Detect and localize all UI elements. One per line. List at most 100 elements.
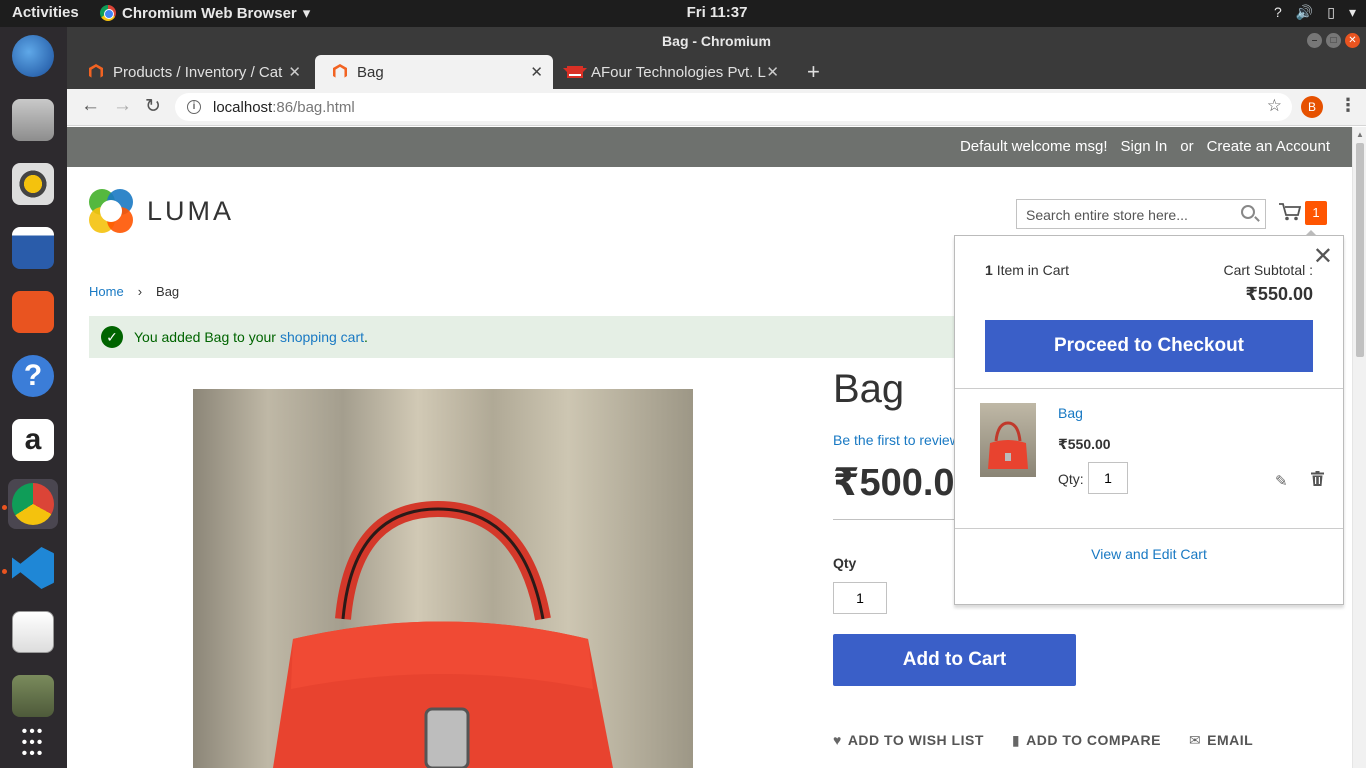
trash-icon[interactable]: [1311, 471, 1324, 486]
profile-avatar[interactable]: B: [1301, 96, 1323, 118]
dock-vscode[interactable]: [8, 543, 58, 593]
items-total: 1 Item in Cart: [985, 262, 1069, 278]
window-title: Bag - Chromium: [662, 33, 771, 49]
compare-chart-icon: ▮: [1011, 732, 1021, 748]
email-link[interactable]: ✉ EMAIL: [1189, 732, 1253, 749]
back-icon[interactable]: ←: [81, 95, 100, 117]
tab-afour[interactable]: AFour Technologies Pvt. L ✕: [549, 55, 789, 89]
heart-icon: ♥: [833, 732, 842, 748]
clock[interactable]: Fri 11:37: [0, 4, 1366, 21]
email-label: EMAIL: [1207, 732, 1254, 748]
photos-icon: [12, 675, 54, 717]
address-bar[interactable]: i localhost :86/bag.html ☆: [175, 93, 1292, 121]
thunderbird-icon: [12, 35, 54, 77]
tab-close-icon[interactable]: ✕: [288, 63, 301, 81]
qty-input[interactable]: 1: [833, 582, 887, 614]
volume-icon[interactable]: 🔊: [1296, 4, 1313, 21]
dock-text-editor[interactable]: [8, 607, 58, 657]
help-icon[interactable]: ?: [1274, 4, 1282, 21]
scrollbar-thumb[interactable]: [1356, 143, 1364, 357]
system-menu-chevron-icon[interactable]: ▾: [1349, 4, 1356, 21]
breadcrumb: Home › Bag: [89, 284, 179, 299]
dock-thunderbird[interactable]: [8, 31, 58, 81]
add-to-cart-button[interactable]: Add to Cart: [833, 634, 1076, 686]
window-title-bar: Bag - Chromium – □ ✕: [67, 27, 1366, 55]
dock-photos[interactable]: [8, 671, 58, 721]
scroll-up-icon[interactable]: ▲: [1356, 130, 1364, 139]
site-info-icon[interactable]: i: [187, 100, 201, 114]
proceed-to-checkout-button[interactable]: Proceed to Checkout: [985, 320, 1313, 372]
minicart-dropdown: ✕ 1 Item in Cart Cart Subtotal : ₹550.00…: [954, 230, 1344, 605]
gmail-icon: [563, 66, 587, 78]
add-to-compare-link[interactable]: ▮ ADD TO COMPARE: [1012, 732, 1161, 749]
search-icon[interactable]: [1241, 205, 1255, 219]
dock-files[interactable]: [8, 95, 58, 145]
tab-strip: Products / Inventory / Cat ✕ Bag ✕ AFour…: [67, 55, 1366, 89]
breadcrumb-separator: ›: [137, 284, 143, 299]
add-to-wishlist-link[interactable]: ♥ ADD TO WISH LIST: [833, 732, 984, 749]
logo-text: LUMA: [147, 195, 235, 226]
minimize-icon[interactable]: –: [1307, 33, 1322, 48]
product-image[interactable]: [193, 389, 693, 768]
sign-in-link[interactable]: Sign In: [1121, 138, 1168, 155]
subtotal-amount: ₹550.00: [1245, 284, 1313, 304]
shopping-cart-link[interactable]: shopping cart: [280, 329, 364, 345]
show-applications-button[interactable]: ••• ••• •••: [8, 717, 58, 767]
product-social-links: ♥ ADD TO WISH LIST ▮ ADD TO COMPARE ✉ EMAIL: [833, 732, 1253, 749]
or-text: or: [1180, 138, 1194, 155]
message-text: You added Bag to your: [134, 329, 276, 345]
reload-icon[interactable]: ↻: [145, 95, 161, 118]
item-qty-input[interactable]: 1: [1088, 462, 1128, 494]
dock-help[interactable]: ?: [8, 351, 58, 401]
tab-close-icon[interactable]: ✕: [766, 63, 779, 81]
software-icon: [12, 291, 54, 333]
tab-bag[interactable]: Bag ✕: [315, 55, 553, 89]
divider: [955, 388, 1343, 389]
tab-close-icon[interactable]: ✕: [530, 63, 543, 81]
system-tray[interactable]: ? 🔊 ▯ ▾: [1274, 4, 1356, 21]
cart-icon[interactable]: [1279, 203, 1301, 221]
maximize-icon[interactable]: □: [1326, 33, 1341, 48]
help-icon: ?: [12, 355, 54, 397]
dock-amazon[interactable]: a: [8, 415, 58, 465]
compare-label: ADD TO COMPARE: [1026, 732, 1161, 748]
success-message: ✓ You added Bag to your shopping cart .: [89, 316, 1089, 358]
dock-software[interactable]: [8, 287, 58, 337]
cart-counter-badge[interactable]: 1: [1305, 201, 1327, 225]
forward-icon[interactable]: →: [113, 95, 132, 117]
tab-products[interactable]: Products / Inventory / Cat ✕: [71, 55, 311, 89]
magento-icon: [89, 64, 103, 80]
dock-rhythmbox[interactable]: [8, 159, 58, 209]
tab-title: Bag: [357, 63, 384, 81]
breadcrumb-home[interactable]: Home: [89, 284, 124, 299]
item-price: ₹550.00: [1058, 436, 1111, 452]
qty-label: Qty: [833, 555, 857, 571]
subtotal-label: Cart Subtotal :: [1223, 262, 1314, 278]
bookmark-star-icon[interactable]: ☆: [1267, 96, 1282, 116]
page-scrollbar[interactable]: ▲: [1352, 127, 1366, 768]
search-placeholder: Search entire store here...: [1026, 207, 1188, 223]
view-and-edit-cart-link[interactable]: View and Edit Cart: [955, 546, 1343, 562]
rhythmbox-icon: [12, 163, 54, 205]
divider: [955, 528, 1343, 529]
menu-kebab-icon[interactable]: ⋮: [1339, 95, 1357, 116]
minicart-close-icon[interactable]: ✕: [1313, 242, 1333, 271]
close-window-icon[interactable]: ✕: [1345, 33, 1360, 48]
bag-photo: [273, 500, 613, 768]
dock-chromium[interactable]: [8, 479, 58, 529]
create-account-link[interactable]: Create an Account: [1207, 138, 1330, 155]
luma-logo-icon: [89, 189, 133, 233]
store-header-panel: Default welcome msg! Sign In or Create a…: [67, 127, 1352, 167]
luma-logo[interactable]: LUMA: [89, 189, 234, 233]
dock-writer[interactable]: [8, 223, 58, 273]
search-input[interactable]: Search entire store here...: [1016, 199, 1266, 229]
item-name-link[interactable]: Bag: [1058, 405, 1083, 421]
edit-pencil-icon[interactable]: ✎: [1275, 472, 1288, 490]
files-icon: [12, 99, 54, 141]
bag-thumbnail-photo: [988, 421, 1028, 469]
product-price: ₹500.00: [833, 462, 957, 504]
battery-icon[interactable]: ▯: [1327, 4, 1335, 21]
review-link[interactable]: Be the first to review this product: [833, 432, 957, 448]
item-thumbnail[interactable]: [980, 403, 1036, 477]
new-tab-button[interactable]: +: [807, 59, 820, 85]
